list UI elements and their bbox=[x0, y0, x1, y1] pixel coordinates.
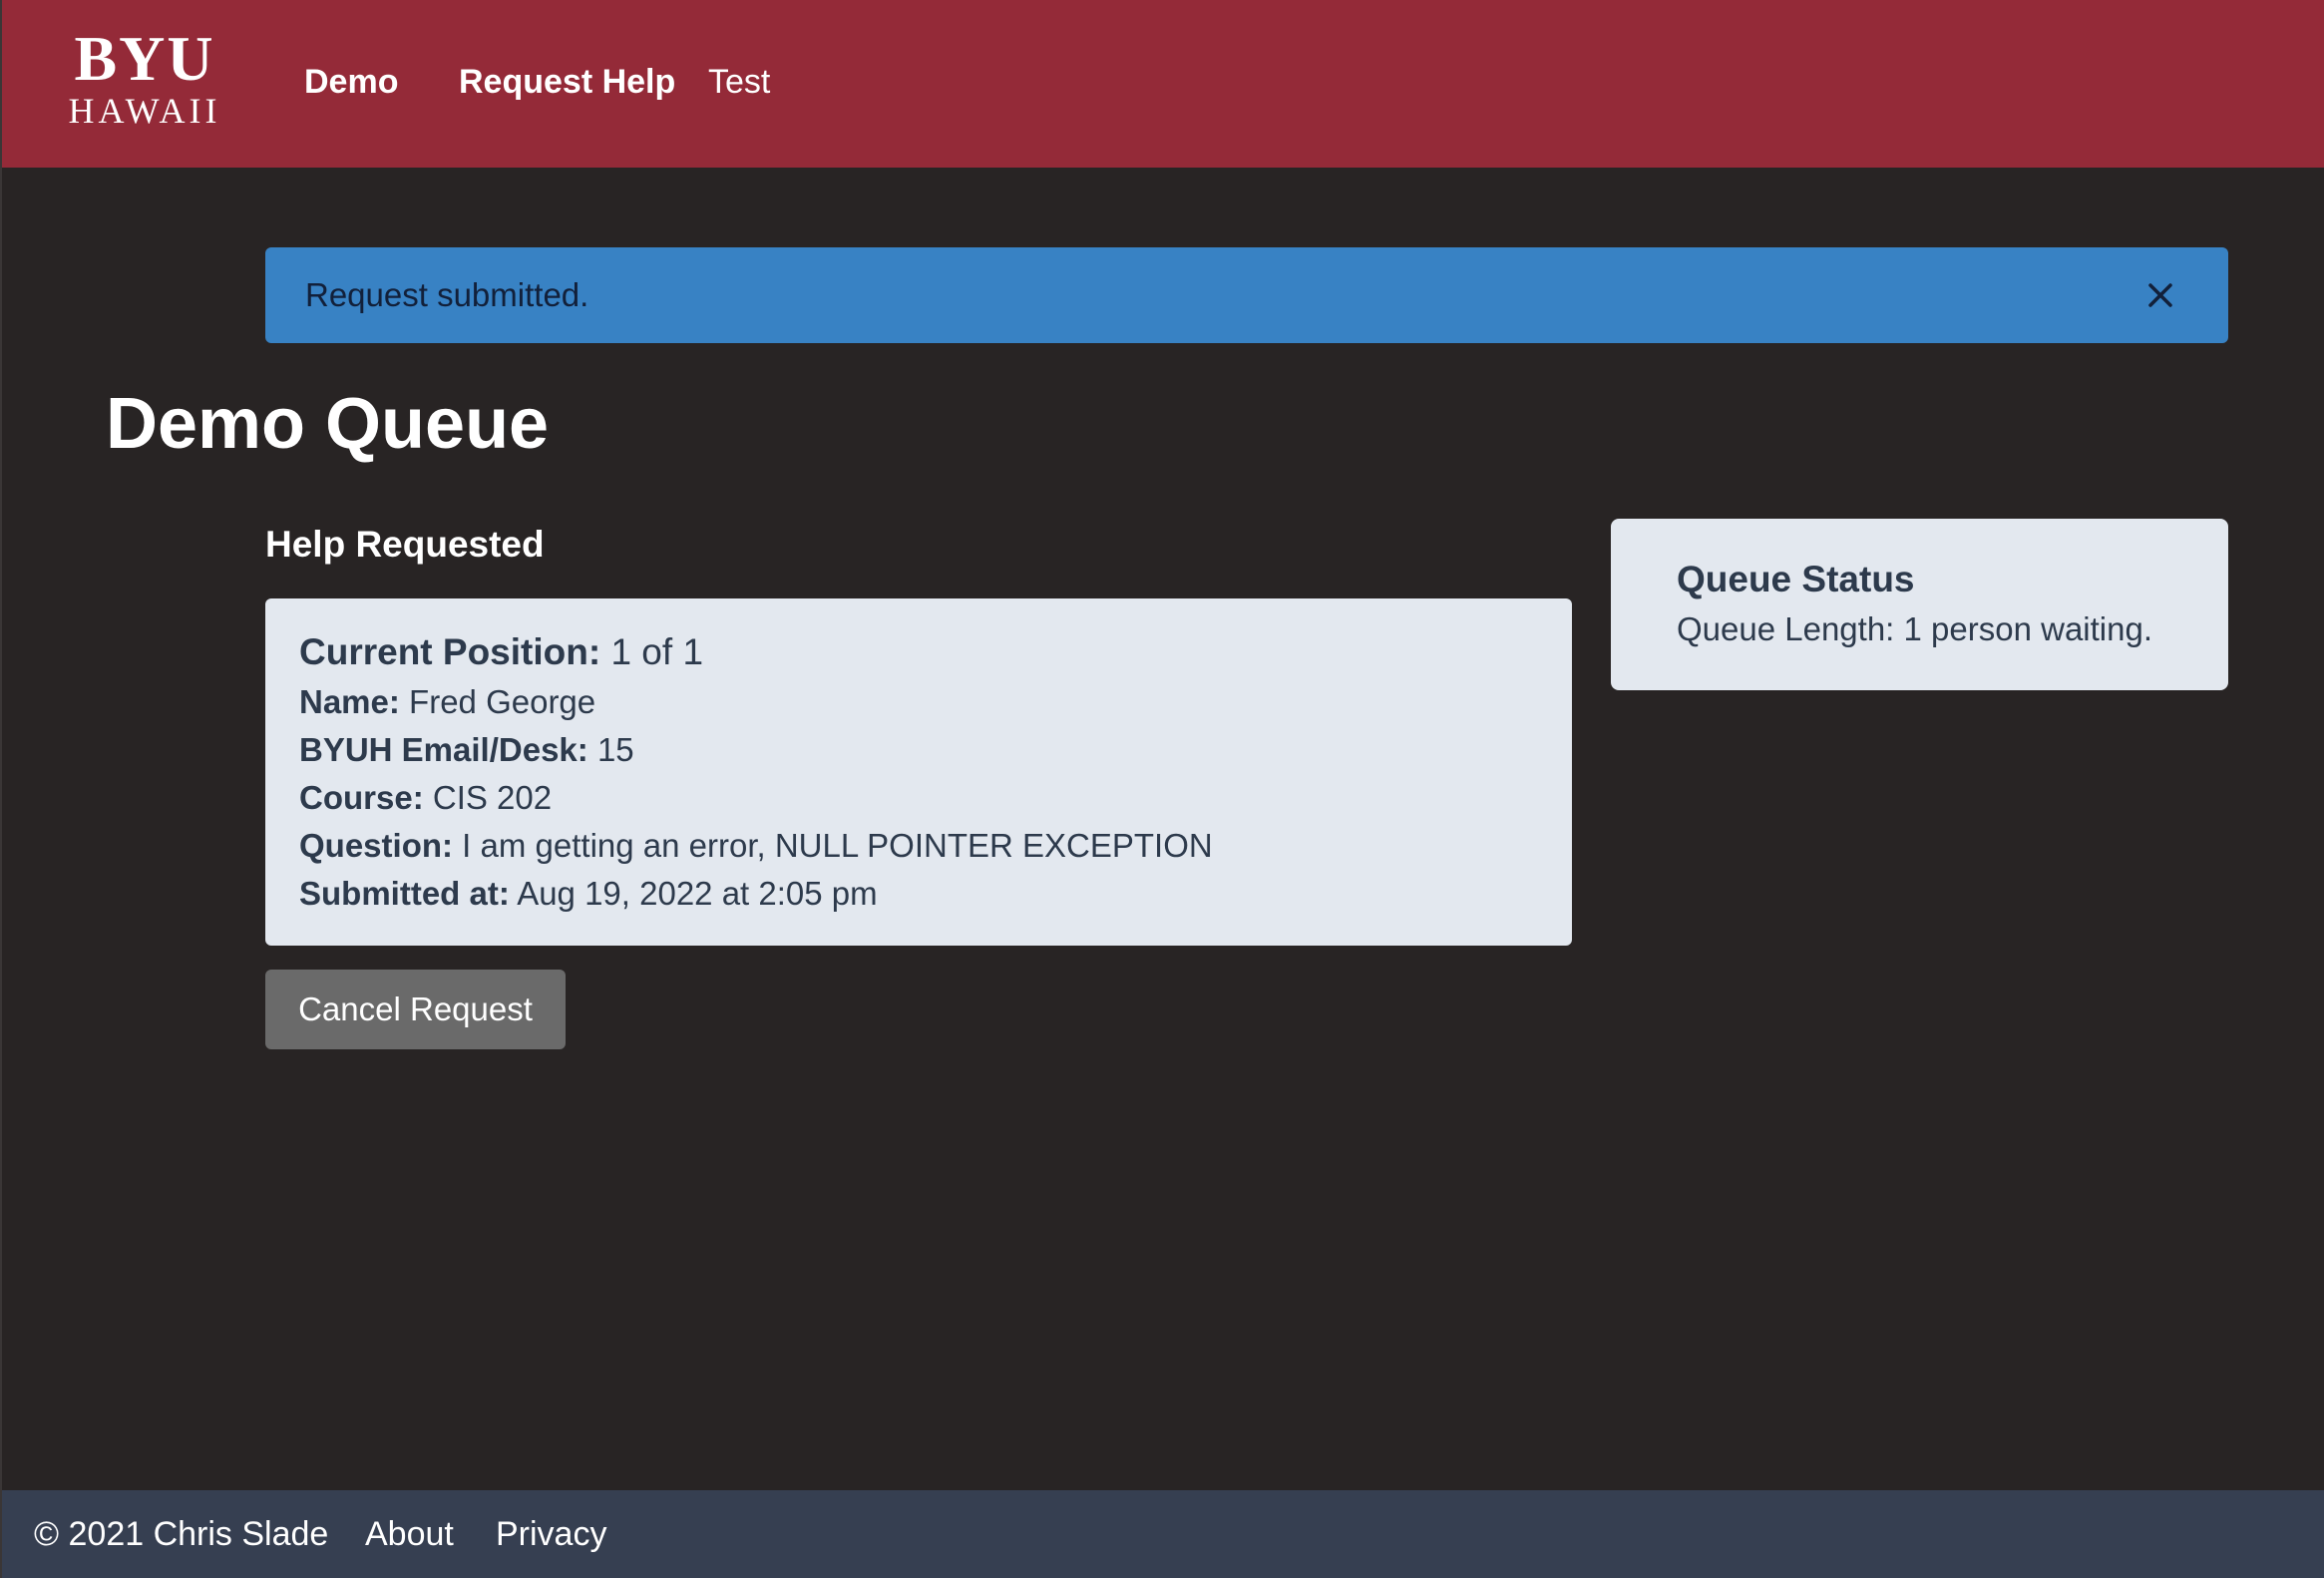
footer-about-link[interactable]: About bbox=[365, 1510, 454, 1558]
success-alert: Request submitted. bbox=[265, 247, 2228, 343]
close-icon[interactable] bbox=[2140, 275, 2180, 315]
footer-copyright: © 2021 Chris Slade bbox=[34, 1515, 329, 1553]
nav-test[interactable]: Test bbox=[708, 58, 770, 106]
course-label: Course: bbox=[299, 779, 424, 816]
name-row: Name: Fred George bbox=[299, 678, 1538, 726]
queue-status-title: Queue Status bbox=[1677, 559, 1915, 599]
byu-hawaii-logo[interactable]: BYU HAWAII bbox=[64, 23, 225, 134]
logo-text-top: BYU bbox=[74, 23, 215, 94]
nav-request-help[interactable]: Request Help bbox=[459, 58, 675, 106]
course-row: Course: CIS 202 bbox=[299, 774, 1538, 822]
submitted-value: Aug 19, 2022 at 2:05 pm bbox=[517, 875, 878, 912]
submitted-row: Submitted at: Aug 19, 2022 at 2:05 pm bbox=[299, 870, 1538, 918]
submitted-label: Submitted at: bbox=[299, 875, 510, 912]
site-header: BYU HAWAII Demo Request Help Test bbox=[2, 0, 2324, 168]
name-label: Name: bbox=[299, 683, 400, 720]
current-position-row: Current Position: 1 of 1 bbox=[299, 624, 1538, 680]
question-value: I am getting an error, NULL POINTER EXCE… bbox=[462, 827, 1213, 864]
question-label: Question: bbox=[299, 827, 453, 864]
page: BYU HAWAII Demo Request Help Test Reques… bbox=[0, 0, 2324, 1578]
current-position-value: 1 of 1 bbox=[610, 631, 704, 672]
request-card: Current Position: 1 of 1 Name: Fred Geor… bbox=[265, 598, 1572, 946]
course-value: CIS 202 bbox=[432, 779, 553, 816]
cancel-request-button[interactable]: Cancel Request bbox=[265, 970, 566, 1049]
alert-message: Request submitted. bbox=[305, 276, 589, 313]
footer-privacy-link[interactable]: Privacy bbox=[496, 1510, 606, 1558]
logo-text-bottom: HAWAII bbox=[68, 91, 221, 131]
site-footer: © 2021 Chris Slade About Privacy bbox=[2, 1490, 2324, 1578]
question-row: Question: I am getting an error, NULL PO… bbox=[299, 822, 1538, 870]
name-value: Fred George bbox=[409, 683, 596, 720]
queue-status-card: Queue Status Queue Length: 1 person wait… bbox=[1611, 519, 2228, 690]
page-title: Demo Queue bbox=[106, 384, 550, 464]
current-position-label: Current Position: bbox=[299, 631, 601, 672]
nav-demo[interactable]: Demo bbox=[304, 58, 398, 106]
queue-length-text: Queue Length: 1 person waiting. bbox=[1677, 610, 2153, 647]
email-desk-value: 15 bbox=[596, 731, 634, 768]
email-desk-row: BYUH Email/Desk: 15 bbox=[299, 726, 1538, 774]
email-desk-label: BYUH Email/Desk: bbox=[299, 731, 588, 768]
help-requested-heading: Help Requested bbox=[265, 524, 545, 565]
